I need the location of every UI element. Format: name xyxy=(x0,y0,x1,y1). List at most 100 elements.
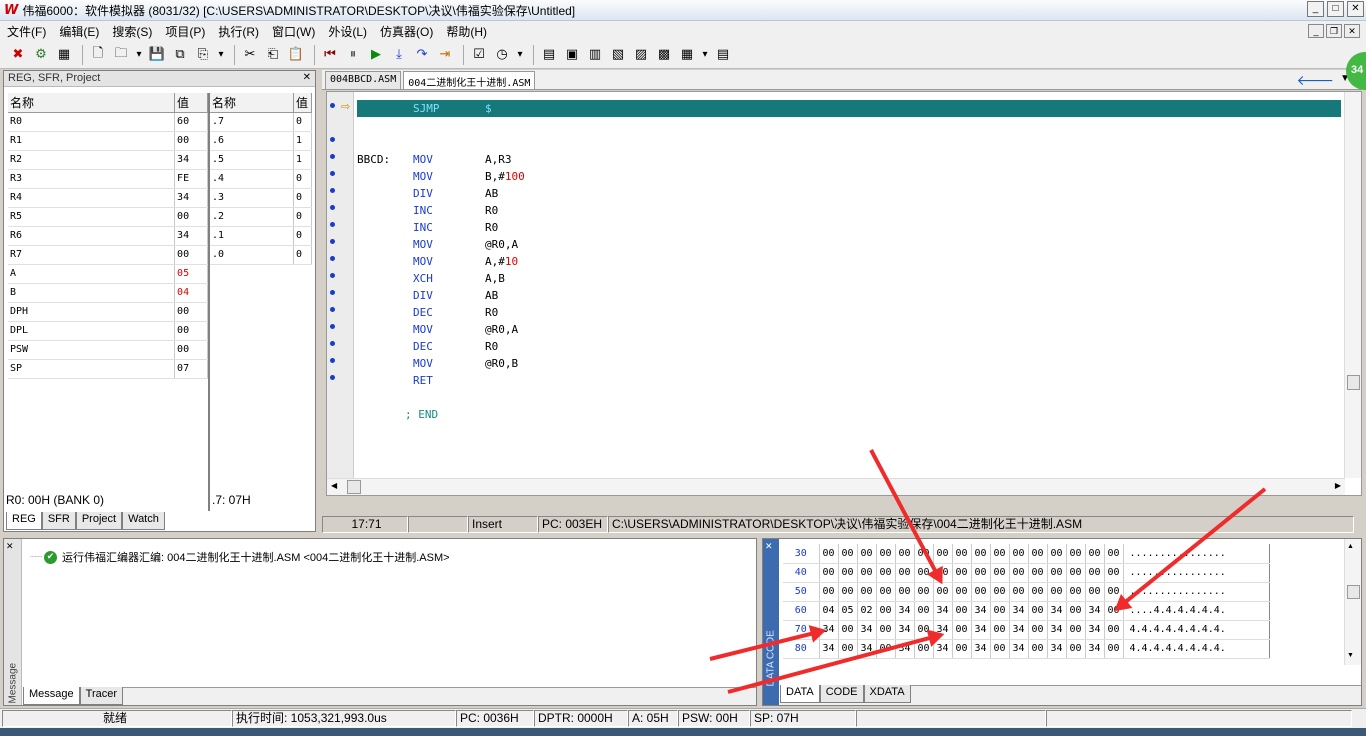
memory-byte[interactable]: 00 xyxy=(857,544,877,564)
memory-byte[interactable]: 00 xyxy=(933,544,953,564)
register-value[interactable]: 00 xyxy=(174,321,208,341)
memory-byte[interactable]: 00 xyxy=(952,620,972,640)
register-value[interactable]: 00 xyxy=(174,340,208,360)
memory-byte[interactable]: 00 xyxy=(971,582,991,602)
memory-byte[interactable]: 00 xyxy=(1009,544,1029,564)
memory-byte[interactable]: 00 xyxy=(952,563,972,583)
menu-item-2[interactable]: 搜索(S) xyxy=(105,23,158,40)
tab-xdata[interactable]: XDATA xyxy=(863,685,911,703)
bit-value[interactable]: 0 xyxy=(293,245,312,265)
bit-value[interactable]: 1 xyxy=(293,131,312,151)
stop-icon[interactable]: ✖ xyxy=(8,45,28,65)
menu-item-8[interactable]: 帮助(H) xyxy=(439,23,493,40)
bit-value[interactable]: 0 xyxy=(293,112,312,132)
code-line[interactable]: INC R0 xyxy=(327,219,1327,236)
memory-byte[interactable]: 00 xyxy=(990,620,1010,640)
breakpoint-dot[interactable] xyxy=(330,324,335,329)
register-value[interactable]: 34 xyxy=(174,150,208,170)
close-button[interactable]: ✕ xyxy=(1347,1,1364,17)
register-row[interactable]: R2 34 xyxy=(8,150,208,170)
view-h-icon[interactable]: ▤ xyxy=(713,45,733,65)
register-value[interactable]: 04 xyxy=(174,283,208,303)
register-row[interactable]: R5 00 xyxy=(8,207,208,227)
memory-byte[interactable]: 34 xyxy=(1047,620,1067,640)
memory-byte[interactable]: 00 xyxy=(876,620,896,640)
open-folder-icon[interactable]: 🗀 xyxy=(111,45,131,65)
memory-byte[interactable]: 00 xyxy=(1085,544,1105,564)
memory-byte[interactable]: 00 xyxy=(895,582,915,602)
dropdown-icon[interactable]: ▾ xyxy=(515,45,525,65)
scroll-left-icon[interactable]: ◀ xyxy=(331,481,337,490)
bit-row[interactable]: .1 0 xyxy=(210,226,312,246)
memory-byte[interactable]: 00 xyxy=(819,544,839,564)
breakpoint-dot[interactable] xyxy=(330,307,335,312)
code-line[interactable]: DIV AB xyxy=(327,287,1327,304)
tab-code[interactable]: CODE xyxy=(819,685,864,703)
memory-byte[interactable]: 34 xyxy=(895,620,915,640)
memory-byte[interactable]: 00 xyxy=(1066,544,1086,564)
breakpoint-dot[interactable] xyxy=(330,358,335,363)
breakpoint-dot[interactable] xyxy=(330,103,335,108)
memory-byte[interactable]: 00 xyxy=(1047,544,1067,564)
memory-byte[interactable]: 00 xyxy=(990,639,1010,659)
memory-byte[interactable]: 00 xyxy=(857,563,877,583)
editor-vertical-scrollbar[interactable] xyxy=(1344,92,1361,478)
memory-byte[interactable]: 04 xyxy=(819,601,839,621)
tab-sfr[interactable]: SFR xyxy=(41,512,76,530)
mdi-minimize-button[interactable]: _ xyxy=(1308,24,1324,38)
pause-icon[interactable]: ⏸ xyxy=(343,45,363,65)
memory-byte[interactable]: 00 xyxy=(876,563,896,583)
memory-byte[interactable]: 00 xyxy=(1028,639,1048,659)
new-file-icon[interactable]: 🗋 xyxy=(88,45,108,65)
scroll-thumb[interactable] xyxy=(1347,375,1360,390)
memory-byte[interactable]: 00 xyxy=(1066,563,1086,583)
bit-row[interactable]: .2 0 xyxy=(210,207,312,227)
register-row[interactable]: B 04 xyxy=(8,283,208,303)
code-editor[interactable]: ⇨ SJMP $ BBCD: MOV A,R3 MOV B,#100 DIV AB INC R… xyxy=(326,91,1362,496)
memory-byte[interactable]: 00 xyxy=(1028,563,1048,583)
mdi-close-button[interactable]: ✕ xyxy=(1344,24,1360,38)
memory-byte[interactable]: 34 xyxy=(971,601,991,621)
bit-value[interactable]: 0 xyxy=(293,226,312,246)
breakpoint-dot[interactable] xyxy=(330,375,335,380)
register-value[interactable]: 34 xyxy=(174,226,208,246)
bit-value[interactable]: 0 xyxy=(293,169,312,189)
memory-byte[interactable]: 34 xyxy=(971,639,991,659)
minimize-button[interactable]: _ xyxy=(1307,1,1324,17)
editor-tab[interactable]: 004二进制化王十进制.ASM xyxy=(403,71,536,89)
memory-byte[interactable]: 34 xyxy=(1047,639,1067,659)
memory-byte[interactable]: 00 xyxy=(990,601,1010,621)
memory-scrollbar[interactable]: ▲ ▼ xyxy=(1344,539,1361,665)
project-icon[interactable]: ⎘ xyxy=(193,45,213,65)
paste-icon[interactable]: 📋 xyxy=(286,45,306,65)
code-line[interactable]: MOV A,R3 xyxy=(327,151,1327,168)
register-value[interactable]: 34 xyxy=(174,188,208,208)
reset-icon[interactable]: ⏮ xyxy=(320,45,340,65)
dropdown-icon[interactable]: ▾ xyxy=(216,45,226,65)
memory-byte[interactable]: 34 xyxy=(895,601,915,621)
gear-icon[interactable]: ⚙ xyxy=(31,45,51,65)
tab-watch[interactable]: Watch xyxy=(122,512,165,530)
run-to-cursor-icon[interactable]: ⇥ xyxy=(435,45,455,65)
register-value[interactable]: 00 xyxy=(174,207,208,227)
editor-tab[interactable]: 004BBCD.ASM xyxy=(325,71,402,89)
memory-byte[interactable]: 00 xyxy=(838,544,858,564)
register-value[interactable]: 07 xyxy=(174,359,208,379)
memory-byte[interactable]: 00 xyxy=(990,582,1010,602)
editor-horizontal-scrollbar[interactable]: ◀ ▶ xyxy=(327,478,1345,495)
code-line[interactable]: MOV B,#100 xyxy=(327,168,1327,185)
memory-byte[interactable]: 00 xyxy=(952,639,972,659)
memory-byte[interactable]: 00 xyxy=(1104,620,1124,640)
bit-row[interactable]: .4 0 xyxy=(210,169,312,189)
memory-byte[interactable]: 00 xyxy=(838,582,858,602)
breakpoint-dot[interactable] xyxy=(330,188,335,193)
memory-byte[interactable]: 00 xyxy=(1028,544,1048,564)
message-line[interactable]: ┈┈ ✔ 运行伟福汇编器汇编: 004二进制化王十进制.ASM <004二进制化… xyxy=(30,549,450,565)
memory-byte[interactable]: 34 xyxy=(1009,620,1029,640)
register-value[interactable]: 60 xyxy=(174,112,208,132)
breakpoint-dot[interactable] xyxy=(330,341,335,346)
code-line[interactable]: MOV @R0,A xyxy=(327,321,1327,338)
register-row[interactable]: R1 00 xyxy=(8,131,208,151)
memory-byte[interactable]: 00 xyxy=(1066,582,1086,602)
memory-byte[interactable]: 00 xyxy=(1009,582,1029,602)
